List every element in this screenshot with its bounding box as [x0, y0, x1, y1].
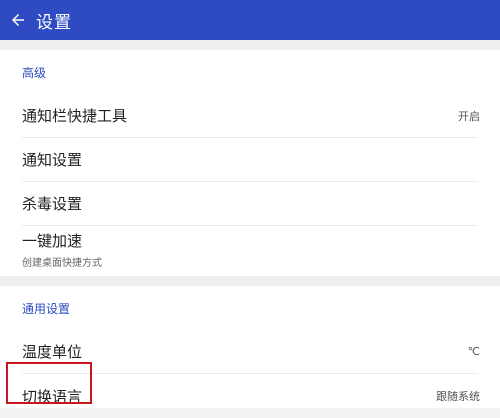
spacer [0, 40, 500, 50]
spacer [0, 276, 500, 286]
setting-language[interactable]: 切换语言 跟随系统 [22, 374, 480, 418]
setting-value: ℃ [467, 345, 480, 358]
setting-label: 通知栏快捷工具 [22, 107, 128, 125]
setting-label: 杀毒设置 [22, 195, 83, 213]
setting-value: 开启 [458, 109, 480, 123]
arrow-left-icon [12, 14, 24, 26]
advanced-section: 高级 通知栏快捷工具 开启 通知设置 杀毒设置 一键加速 创建桌面快捷方式 [0, 50, 500, 276]
setting-value: 跟随系统 [436, 390, 480, 403]
section-header-advanced: 高级 [22, 65, 47, 80]
setting-label: 一键加速 [22, 232, 83, 250]
setting-temperature-unit[interactable]: 温度单位 ℃ [22, 330, 480, 374]
general-section: 通用设置 温度单位 ℃ 切换语言 跟随系统 [0, 286, 500, 408]
app-bar: 设置 [0, 0, 500, 40]
setting-label: 温度单位 [22, 343, 83, 361]
section-header-general: 通用设置 [22, 301, 71, 316]
setting-antivirus[interactable]: 杀毒设置 [22, 182, 478, 226]
setting-notification[interactable]: 通知设置 [22, 138, 478, 182]
setting-label: 通知设置 [22, 151, 83, 169]
setting-notification-shortcut[interactable]: 通知栏快捷工具 开启 [22, 94, 480, 138]
setting-label: 切换语言 [22, 387, 83, 406]
setting-subtitle: 创建桌面快捷方式 [22, 258, 102, 269]
setting-one-key-boost[interactable]: 一键加速 创建桌面快捷方式 [22, 226, 478, 273]
page-title: 设置 [36, 12, 72, 33]
back-button[interactable] [0, 0, 38, 40]
